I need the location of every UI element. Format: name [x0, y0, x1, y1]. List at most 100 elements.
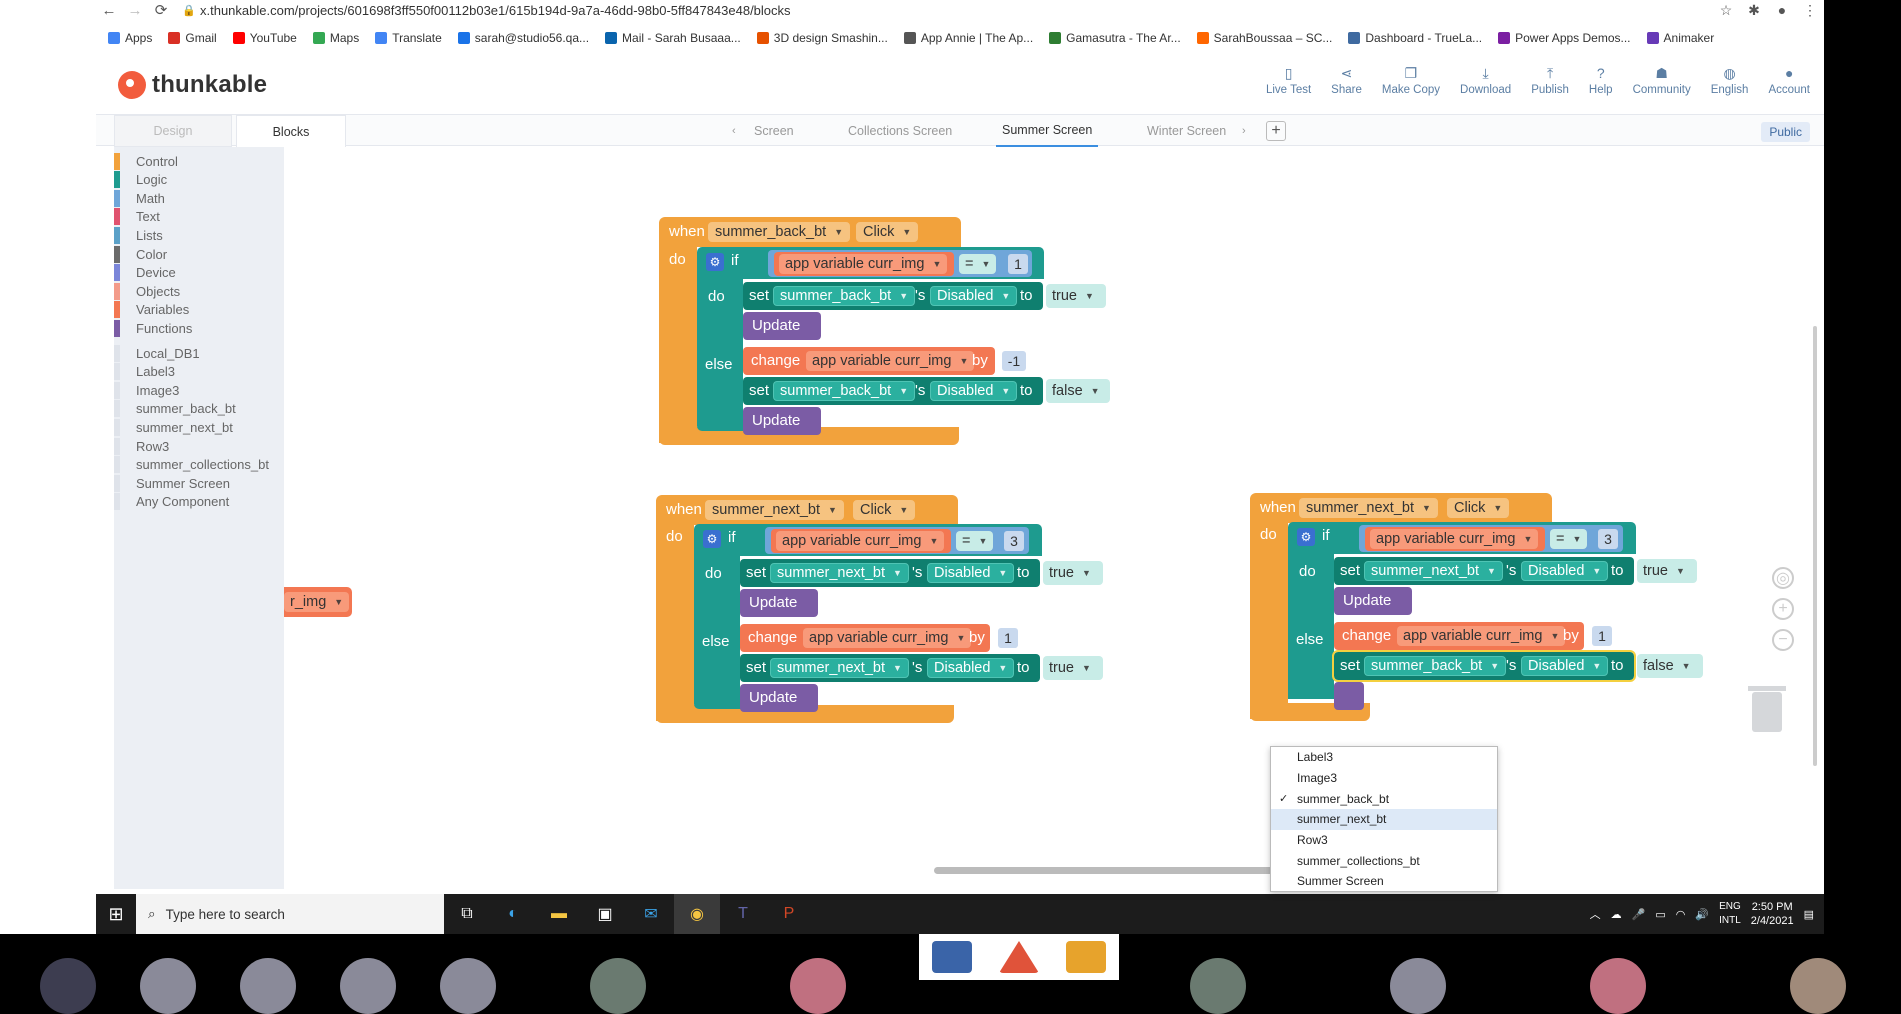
boolean-dropdown[interactable]: true ▼	[1043, 561, 1103, 585]
screen-tab-collections[interactable]: Collections Screen	[848, 115, 952, 147]
mail-icon[interactable]: ✉	[628, 894, 674, 934]
screen-tab-summer[interactable]: Summer Screen	[996, 115, 1099, 147]
property-dropdown[interactable]: Disabled ▼	[930, 381, 1018, 401]
screen-tab-screen[interactable]: Screen	[754, 115, 794, 147]
event-dropdown[interactable]: Click ▼	[1447, 498, 1510, 518]
nav-make-copy[interactable]: ❐ Make Copy	[1382, 66, 1440, 96]
bookmark-item[interactable]: Apps	[108, 31, 152, 45]
event-dropdown[interactable]: Click ▼	[856, 222, 919, 242]
bookmark-item[interactable]: sarah@studio56.qa...	[457, 31, 589, 45]
vertical-scrollbar[interactable]	[1813, 326, 1817, 766]
compare-operator[interactable]: = ▼	[956, 531, 994, 551]
number-input[interactable]: 1	[998, 628, 1018, 648]
property-dropdown[interactable]: Disabled ▼	[930, 286, 1018, 306]
nav-share[interactable]: ⋖ Share	[1331, 66, 1362, 96]
number-input[interactable]: 1	[1008, 254, 1028, 274]
toolbox-category-logic[interactable]: Logic	[114, 170, 167, 190]
gear-icon[interactable]: ⚙	[703, 530, 721, 548]
component-dropdown[interactable]: summer_next_bt ▼	[705, 500, 844, 520]
update-block[interactable]	[1334, 682, 1364, 710]
component-dropdown[interactable]: summer_next_bt ▼	[770, 658, 909, 678]
volume-icon[interactable]: 🔊	[1695, 908, 1709, 921]
toolbox-component[interactable]: Summer Screen	[114, 473, 230, 493]
bookmark-item[interactable]: SarahBoussaa – SC...	[1196, 31, 1332, 45]
back-icon[interactable]: ←	[96, 2, 122, 19]
thunkable-logo[interactable]: thunkable	[118, 71, 267, 99]
component-dropdown[interactable]: summer_back_bt ▼	[708, 222, 851, 242]
center-icon[interactable]: ◎	[1772, 567, 1794, 589]
toolbox-category-variables[interactable]: Variables	[114, 300, 189, 320]
gear-icon[interactable]: ⚙	[706, 253, 724, 271]
tab-blocks[interactable]: Blocks	[236, 115, 346, 147]
gear-icon[interactable]: ⚙	[1297, 528, 1315, 546]
bookmark-item[interactable]: Maps	[312, 31, 359, 45]
store-icon[interactable]: ▣	[582, 894, 628, 934]
bookmark-item[interactable]: Power Apps Demos...	[1498, 31, 1631, 45]
trash-icon[interactable]	[1748, 686, 1786, 732]
add-screen-button[interactable]: +	[1266, 121, 1286, 141]
public-badge[interactable]: Public	[1761, 122, 1810, 142]
compare-operator[interactable]: = ▼	[1550, 529, 1588, 549]
bookmark-item[interactable]: YouTube	[232, 31, 297, 45]
chevron-up-icon[interactable]: ︿	[1590, 906, 1601, 922]
zoom-in-icon[interactable]: +	[1772, 598, 1794, 620]
chrome-icon[interactable]: ◉	[674, 894, 720, 934]
notification-icon[interactable]: ▤	[1804, 908, 1814, 921]
component-dropdown[interactable]: summer_back_bt ▼	[773, 381, 916, 401]
zoom-out-icon[interactable]: −	[1772, 629, 1794, 651]
bookmark-item[interactable]: Gmail	[168, 31, 217, 45]
toolbox-category-text[interactable]: Text	[114, 207, 160, 227]
toolbox-category-device[interactable]: Device	[114, 263, 176, 283]
toolbox-category-lists[interactable]: Lists	[114, 225, 163, 245]
toolbox-category-objects[interactable]: Objects	[114, 281, 180, 301]
dropdown-option[interactable]: summer_collections_bt	[1271, 850, 1497, 871]
mic-icon[interactable]: 🎤	[1632, 908, 1646, 921]
tab-design[interactable]: Design	[114, 115, 232, 147]
menu-icon[interactable]: ⋮	[1796, 2, 1824, 19]
component-dropdown[interactable]: summer_next_bt ▼	[1364, 561, 1503, 581]
cloud-icon[interactable]: ☁	[1611, 908, 1622, 921]
nav-community[interactable]: ☗ Community	[1633, 66, 1691, 96]
toolbox-component[interactable]: summer_back_bt	[114, 399, 236, 419]
bookmark-item[interactable]: Gamasutra - The Ar...	[1049, 31, 1181, 45]
toolbox-category-color[interactable]: Color	[114, 244, 167, 264]
boolean-dropdown[interactable]: true ▼	[1637, 559, 1697, 583]
dropdown-option[interactable]: Image3	[1271, 768, 1497, 789]
component-dropdown-open[interactable]: summer_back_bt ▼	[1364, 656, 1507, 676]
battery-icon[interactable]: ▭	[1655, 908, 1665, 921]
toolbox-component[interactable]: Local_DB1	[114, 343, 200, 363]
variable-dropdown[interactable]: app variable curr_img ▼	[1370, 529, 1539, 549]
variable-dropdown[interactable]: app variable curr_img ▼	[803, 628, 972, 648]
input-language[interactable]: ENG INTL	[1719, 900, 1741, 928]
wifi-icon[interactable]: ◠	[1676, 908, 1686, 921]
component-dropdown[interactable]: summer_next_bt ▼	[1299, 498, 1438, 518]
component-dropdown[interactable]: summer_back_bt ▼	[773, 286, 916, 306]
toolbox-category-functions[interactable]: Functions	[114, 318, 192, 338]
bookmark-item[interactable]: Dashboard - TrueLa...	[1348, 31, 1482, 45]
number-input[interactable]: 3	[1004, 531, 1024, 551]
toolbox-component[interactable]: Any Component	[114, 492, 229, 512]
task-view-icon[interactable]: ⧉	[444, 894, 490, 934]
dropdown-option[interactable]: Label3	[1271, 747, 1497, 768]
chevron-right-icon[interactable]: ›	[1242, 115, 1246, 147]
toolbox-component[interactable]: Image3	[114, 380, 179, 400]
compare-operator[interactable]: = ▼	[959, 254, 997, 274]
nav-download[interactable]: ⤓ Download	[1460, 66, 1511, 96]
nav-publish[interactable]: ⤒ Publish	[1531, 66, 1569, 96]
number-input[interactable]: 3	[1598, 529, 1618, 549]
nav-live-test[interactable]: ▯ Live Test	[1266, 66, 1311, 96]
dropdown-option[interactable]: Summer Screen	[1271, 871, 1497, 892]
number-input[interactable]: 1	[1592, 626, 1612, 646]
file-explorer-icon[interactable]: ▬	[536, 894, 582, 934]
property-dropdown[interactable]: Disabled ▼	[927, 563, 1015, 583]
boolean-dropdown[interactable]: true ▼	[1046, 284, 1106, 308]
bookmark-item[interactable]: Animaker	[1646, 31, 1714, 45]
bookmark-item[interactable]: Translate	[375, 31, 442, 45]
teams-icon[interactable]: T	[720, 894, 766, 934]
taskbar-search[interactable]: ⌕ Type here to search	[136, 894, 444, 934]
toolbox-component[interactable]: summer_next_bt	[114, 417, 233, 437]
bookmark-item[interactable]: Mail - Sarah Busaaa...	[605, 31, 741, 45]
variable-dropdown[interactable]: app variable curr_img ▼	[776, 531, 945, 551]
boolean-dropdown[interactable]: false ▼	[1046, 379, 1110, 403]
toolbox-component[interactable]: Label3	[114, 362, 175, 382]
